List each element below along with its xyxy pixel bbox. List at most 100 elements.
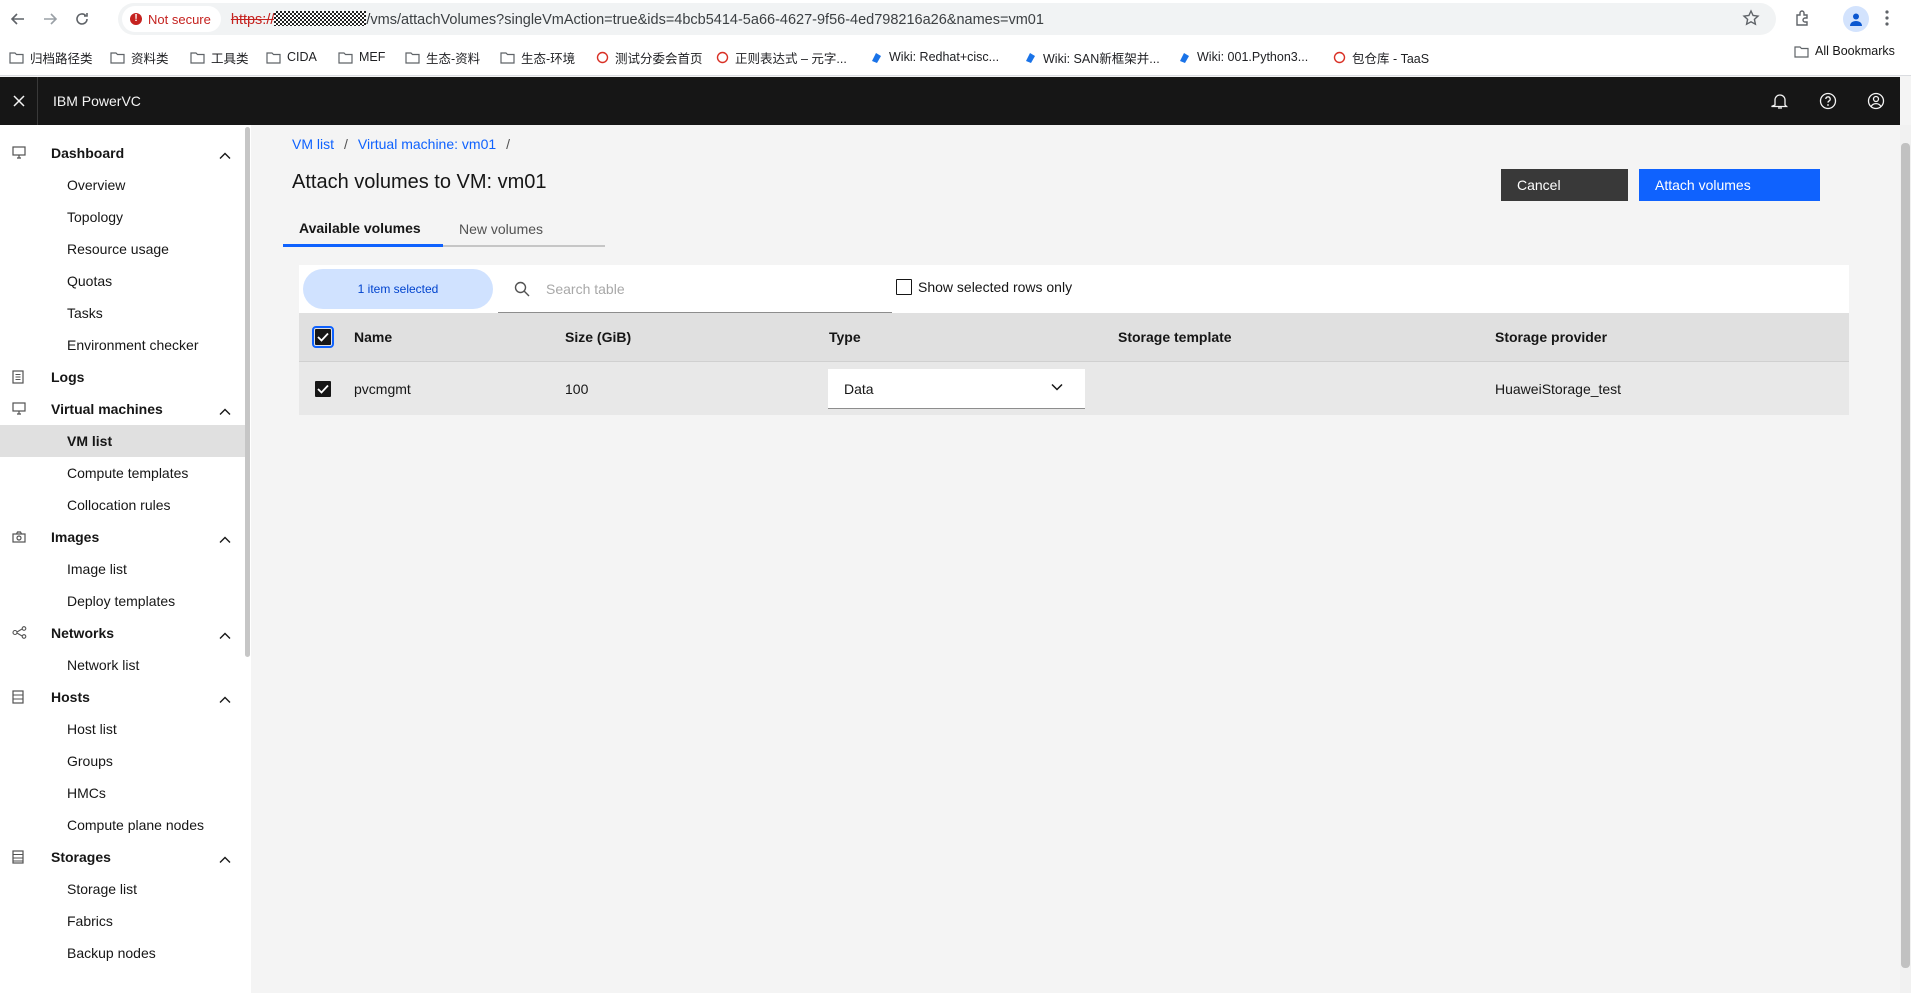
bookmark-item[interactable]: 生态-资料 bbox=[405, 44, 480, 70]
help-button[interactable] bbox=[1804, 77, 1852, 125]
breadcrumb-vm01[interactable]: Virtual machine: vm01 bbox=[358, 136, 496, 152]
show-selected-checkbox[interactable] bbox=[896, 279, 912, 295]
sidebar-item-hmcs[interactable]: HMCs bbox=[0, 777, 245, 809]
volume-name: pvcmgmt bbox=[354, 380, 411, 397]
bookmark-item[interactable]: MEF bbox=[338, 44, 385, 70]
sidebar-item-resource-usage[interactable]: Resource usage bbox=[0, 233, 245, 265]
warning-icon: ! bbox=[130, 13, 142, 25]
sidebar-item-image-list[interactable]: Image list bbox=[0, 553, 245, 585]
back-button[interactable] bbox=[4, 5, 32, 33]
sidebar-item-collocation-rules[interactable]: Collocation rules bbox=[0, 489, 245, 521]
volume-type-value: Data bbox=[844, 380, 874, 397]
page-scrollbar-thumb[interactable] bbox=[1901, 143, 1910, 968]
sidebar-item-compute-plane-nodes[interactable]: Compute plane nodes bbox=[0, 809, 245, 841]
sidebar-item-hosts[interactable]: Hosts bbox=[0, 681, 245, 713]
breadcrumb-vm-list[interactable]: VM list bbox=[292, 136, 334, 152]
bookmark-item[interactable]: 测试分委会首页 bbox=[596, 44, 703, 70]
select-all-checkbox[interactable] bbox=[312, 326, 334, 348]
sidebar-item-quotas[interactable]: Quotas bbox=[0, 265, 245, 297]
sidebar-item-storage-list[interactable]: Storage list bbox=[0, 873, 245, 905]
page-scrollbar[interactable] bbox=[1900, 125, 1911, 993]
bookmark-item[interactable]: 生态-环境 bbox=[500, 44, 575, 70]
row-select-checkbox[interactable] bbox=[315, 380, 331, 397]
sidebar-item-storages[interactable]: Storages bbox=[0, 841, 245, 873]
chevron-up-icon[interactable] bbox=[219, 691, 231, 707]
sidebar-item-dashboard[interactable]: Dashboard bbox=[0, 137, 245, 169]
bookmark-item[interactable]: 归档路径类 bbox=[9, 44, 93, 70]
sidebar-item-label: Compute templates bbox=[67, 465, 189, 481]
reload-button[interactable] bbox=[68, 5, 96, 33]
close-nav-button[interactable] bbox=[0, 77, 38, 125]
sidebar-item-fabrics[interactable]: Fabrics bbox=[0, 905, 245, 937]
tab-new-volumes[interactable]: New volumes bbox=[443, 212, 605, 247]
bookmark-item[interactable]: 资料类 bbox=[110, 44, 169, 70]
column-header-type[interactable]: Type bbox=[829, 313, 861, 361]
attach-volumes-button[interactable]: Attach volumes bbox=[1639, 169, 1820, 201]
address-bar[interactable]: ! Not secure https:// /vms/attachVolumes?… bbox=[118, 3, 1776, 35]
user-profile-button[interactable] bbox=[1852, 77, 1900, 125]
security-indicator[interactable]: ! Not secure bbox=[122, 6, 221, 32]
breadcrumb-separator: / bbox=[506, 136, 511, 152]
chevron-down-icon bbox=[1051, 383, 1063, 391]
sidebar-item-logs[interactable]: Logs bbox=[0, 361, 245, 393]
sidebar-item-groups[interactable]: Groups bbox=[0, 745, 245, 777]
sidebar-item-images[interactable]: Images bbox=[0, 521, 245, 553]
sidebar-item-host-list[interactable]: Host list bbox=[0, 713, 245, 745]
sidebar-item-networks[interactable]: Networks bbox=[0, 617, 245, 649]
column-header-storage-template[interactable]: Storage template bbox=[1118, 313, 1232, 361]
sidebar-item-topology[interactable]: Topology bbox=[0, 201, 245, 233]
url-text[interactable]: https:// /vms/attachVolumes?singleVmActio… bbox=[231, 10, 1044, 28]
all-bookmarks[interactable]: All Bookmarks bbox=[1794, 44, 1895, 58]
sidebar-item-overview[interactable]: Overview bbox=[0, 169, 245, 201]
sidebar-scrollbar[interactable] bbox=[245, 127, 250, 657]
bookmark-label: Wiki: SAN新框架并... bbox=[1043, 51, 1160, 66]
sidebar-item-deploy-templates[interactable]: Deploy templates bbox=[0, 585, 245, 617]
search-input[interactable] bbox=[546, 280, 866, 297]
bookmark-item[interactable]: 包仓库 - TaaS bbox=[1333, 44, 1429, 70]
sidebar-item-label: Logs bbox=[51, 369, 85, 385]
bookmark-item[interactable]: 工具类 bbox=[190, 44, 249, 70]
sidebar-item-network-list[interactable]: Network list bbox=[0, 649, 245, 681]
search-icon bbox=[514, 281, 530, 296]
forward-button[interactable] bbox=[36, 5, 64, 33]
sidebar-item-label: Collocation rules bbox=[67, 497, 171, 513]
extensions-icon[interactable] bbox=[1794, 9, 1812, 27]
sidebar-item-backup-nodes[interactable]: Backup nodes bbox=[0, 937, 245, 969]
chevron-up-icon[interactable] bbox=[219, 627, 231, 643]
chevron-up-icon[interactable] bbox=[219, 403, 231, 419]
column-header-size[interactable]: Size (GiB) bbox=[565, 313, 631, 361]
bookmark-star-icon[interactable] bbox=[1742, 9, 1760, 27]
cancel-button[interactable]: Cancel bbox=[1501, 169, 1628, 201]
bookmark-item[interactable]: CIDA bbox=[266, 44, 317, 70]
bookmark-item[interactable]: 正则表达式 – 元字... bbox=[716, 44, 847, 70]
sidebar-item-environment-checker[interactable]: Environment checker bbox=[0, 329, 245, 361]
chevron-up-icon[interactable] bbox=[219, 531, 231, 547]
chevron-up-icon[interactable] bbox=[219, 851, 231, 867]
browser-menu-icon[interactable] bbox=[1884, 9, 1890, 27]
sidebar-item-virtual-machines[interactable]: Virtual machines bbox=[0, 393, 245, 425]
bookmark-label: 测试分委会首页 bbox=[615, 51, 703, 66]
table-search[interactable] bbox=[498, 265, 892, 313]
url-path: /vms/attachVolumes?singleVmAction=true&i… bbox=[366, 11, 1044, 28]
network-icon bbox=[12, 626, 27, 642]
tab-available-volumes[interactable]: Available volumes bbox=[283, 212, 443, 247]
bookmark-item[interactable]: Wiki: Redhat+cisc... bbox=[870, 44, 999, 70]
volume-type-dropdown[interactable]: Data bbox=[828, 369, 1085, 409]
column-header-storage-provider[interactable]: Storage provider bbox=[1495, 313, 1607, 361]
table-row[interactable]: pvcmgmt 100 Data HuaweiStorage_test bbox=[299, 361, 1849, 415]
folder-icon bbox=[1794, 45, 1809, 58]
sidebar-item-label: Backup nodes bbox=[67, 945, 156, 961]
sidebar-item-vm-list[interactable]: VM list bbox=[0, 425, 245, 457]
sidebar-item-label: Networks bbox=[51, 625, 115, 641]
column-header-name[interactable]: Name bbox=[354, 313, 392, 361]
sidebar-item-compute-templates[interactable]: Compute templates bbox=[0, 457, 245, 489]
chevron-up-icon[interactable] bbox=[219, 147, 231, 163]
bookmark-item[interactable]: Wiki: SAN新框架并... bbox=[1024, 44, 1160, 70]
sidebar-item-tasks[interactable]: Tasks bbox=[0, 297, 245, 329]
folder-icon bbox=[338, 51, 359, 64]
profile-avatar[interactable] bbox=[1843, 6, 1869, 32]
bookmark-item[interactable]: Wiki: 001.Python3... bbox=[1178, 44, 1308, 70]
site-icon bbox=[716, 51, 735, 64]
notifications-button[interactable] bbox=[1756, 77, 1804, 125]
show-selected-toggle[interactable]: Show selected rows only bbox=[896, 279, 1072, 295]
